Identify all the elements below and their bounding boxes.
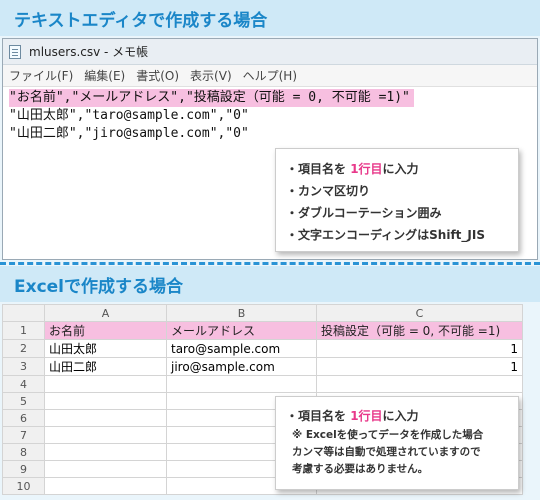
menu-file[interactable]: ファイル(F)	[9, 67, 73, 84]
column-header-b[interactable]: B	[166, 304, 317, 322]
row-header[interactable]: 3	[2, 357, 45, 376]
bullet-emphasis: 1行目	[350, 409, 383, 423]
section-header-excel: Excelで作成する場合	[0, 266, 540, 302]
callout-note: ※ Excelを使ってデータを作成した場合	[292, 429, 484, 441]
cell[interactable]	[44, 460, 167, 478]
callout-bullet: ・項目名を 1行目に入力	[286, 158, 508, 180]
callout-note: カンマ等は自動で処理されていますので	[292, 446, 481, 458]
notepad-menubar: ファイル(F) 編集(E) 書式(O) 表示(V) ヘルプ(H)	[3, 65, 537, 87]
table-row: 3 山田二郎 jiro@sample.com 1	[2, 357, 523, 376]
callout-text-editor-rules: ・項目名を 1行目に入力 ・カンマ区切り ・ダブルコーテーション囲み ・文字エン…	[275, 148, 519, 252]
cell[interactable]: お名前	[44, 321, 167, 340]
csv-data-line: "山田二郎","jiro@sample.com","0"	[9, 126, 249, 141]
row-header[interactable]: 6	[2, 409, 45, 427]
bullet-text: に入力	[382, 162, 419, 176]
menu-format[interactable]: 書式(O)	[136, 67, 179, 84]
row-header[interactable]: 7	[2, 426, 45, 444]
callout-excel-rules: ・項目名を 1行目に入力 ※ Excelを使ってデータを作成した場合 カンマ等は…	[275, 396, 519, 490]
callout-note: 考慮する必要はありません。	[292, 463, 429, 475]
menu-edit[interactable]: 編集(E)	[84, 67, 125, 84]
section-header-text-editor: テキストエディタで作成する場合	[0, 0, 540, 36]
column-header-c[interactable]: C	[316, 304, 523, 322]
cell[interactable]	[316, 375, 523, 393]
cell[interactable]: jiro@sample.com	[166, 357, 317, 376]
menu-view[interactable]: 表示(V)	[190, 67, 232, 84]
cell[interactable]: 山田太郎	[44, 339, 167, 358]
table-row: 4	[2, 375, 523, 393]
row-header[interactable]: 8	[2, 443, 45, 461]
notepad-app-icon	[9, 44, 21, 59]
cell[interactable]	[44, 443, 167, 461]
bullet-text: ・項目名を	[286, 409, 351, 423]
notepad-titlebar: mlusers.csv - メモ帳	[3, 39, 537, 65]
cell[interactable]: 1	[316, 357, 523, 376]
section-title-excel: Excelで作成する場合	[14, 277, 184, 297]
menu-help[interactable]: ヘルプ(H)	[243, 67, 297, 84]
row-header[interactable]: 4	[2, 375, 45, 393]
section-divider	[0, 262, 540, 265]
cell[interactable]: メールアドレス	[166, 321, 317, 340]
cell[interactable]	[44, 392, 167, 410]
cell[interactable]	[166, 375, 317, 393]
cell[interactable]	[44, 477, 167, 495]
callout-bullet: ・カンマ区切り	[286, 184, 371, 198]
grid-corner[interactable]	[2, 304, 45, 322]
table-row: 1 お名前 メールアドレス 投稿設定（可能 = 0, 不可能 =1)	[2, 321, 523, 340]
cell[interactable]	[44, 409, 167, 427]
callout-bullet: ・項目名を 1行目に入力	[286, 405, 508, 427]
cell[interactable]: 投稿設定（可能 = 0, 不可能 =1)	[316, 321, 523, 340]
row-header[interactable]: 2	[2, 339, 45, 358]
csv-data-line: "山田太郎","taro@sample.com","0"	[9, 108, 249, 123]
bullet-text: に入力	[382, 409, 419, 423]
bullet-emphasis: 1行目	[350, 162, 383, 176]
row-header[interactable]: 10	[2, 477, 45, 495]
cell[interactable]: 山田二郎	[44, 357, 167, 376]
cell[interactable]	[44, 375, 167, 393]
row-header[interactable]: 9	[2, 460, 45, 478]
row-header[interactable]: 5	[2, 392, 45, 410]
bullet-text: ・項目名を	[286, 162, 351, 176]
cell[interactable]	[44, 426, 167, 444]
table-row: 2 山田太郎 taro@sample.com 1	[2, 339, 523, 358]
csv-header-line: "お名前","メールアドレス","投稿設定（可能 = 0, 不可能 =1)"	[9, 89, 414, 107]
section-title-text-editor: テキストエディタで作成する場合	[14, 11, 268, 31]
cell[interactable]: 1	[316, 339, 523, 358]
callout-bullet: ・文字エンコーディングはShift_JIS	[286, 228, 485, 242]
column-header-a[interactable]: A	[44, 304, 167, 322]
callout-bullet: ・ダブルコーテーション囲み	[286, 206, 442, 220]
cell[interactable]: taro@sample.com	[166, 339, 317, 358]
notepad-window-title: mlusers.csv - メモ帳	[29, 45, 149, 59]
row-header[interactable]: 1	[2, 321, 45, 340]
